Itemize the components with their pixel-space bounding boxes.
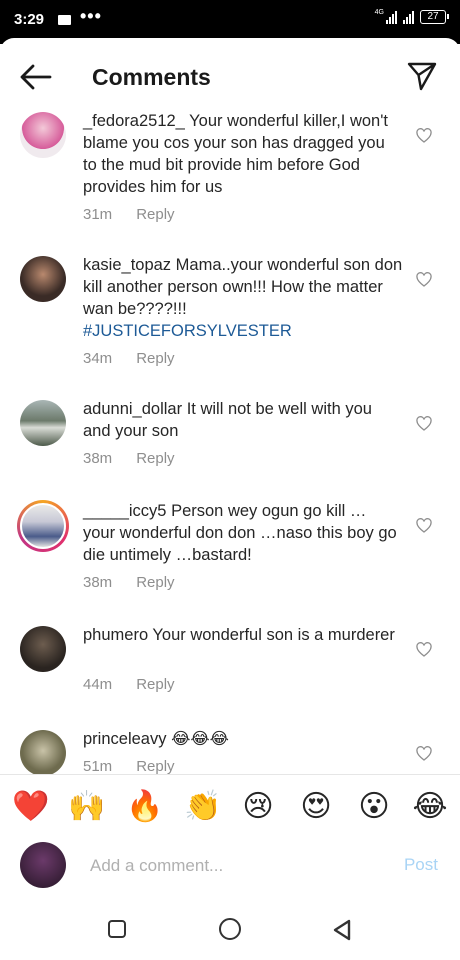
comment-username[interactable]: princeleavy (83, 730, 166, 748)
comments-screen: Comments _fedora2512_ Your wonderful kil… (0, 38, 460, 960)
page-title: Comments (92, 64, 211, 90)
comment-text-block: _fedora2512_ Your wonderful killer,I won… (83, 110, 403, 198)
comment-text: Your wonderful son is a murderer (152, 626, 395, 644)
comment-meta: 38m Reply (83, 450, 175, 467)
system-navigation-bar (0, 908, 460, 960)
like-heart-icon[interactable] (416, 128, 432, 144)
post-button[interactable]: Post (404, 855, 438, 875)
reply-button[interactable]: Reply (136, 574, 174, 591)
message-notification-icon (58, 15, 71, 25)
home-button[interactable] (219, 918, 241, 940)
reply-button[interactable]: Reply (136, 676, 174, 693)
recent-apps-button[interactable] (108, 920, 126, 938)
like-heart-icon[interactable] (416, 746, 432, 762)
clapping-emoji-button[interactable]: 👏 (184, 789, 221, 825)
network-type-icon: 4G (374, 9, 384, 16)
comment-time: 31m (83, 206, 113, 223)
reply-button[interactable]: Reply (136, 350, 174, 367)
surprised-emoji-button[interactable]: 😮 (356, 789, 392, 825)
story-avatar[interactable] (17, 500, 69, 552)
comment-username[interactable]: kasie_topaz (83, 256, 171, 274)
avatar[interactable] (20, 626, 66, 672)
crying-emoji-button[interactable]: 😢 (240, 789, 276, 825)
like-heart-icon[interactable] (416, 642, 432, 658)
comment-text-block: princeleavy 😂😂😂 (83, 728, 403, 750)
raised-hands-emoji-button[interactable]: 🙌 (68, 789, 105, 825)
status-time: 3:29 (14, 11, 45, 28)
comment-time: 38m (83, 574, 113, 591)
comment-meta: 51m Reply (83, 758, 175, 775)
current-user-avatar (20, 842, 66, 888)
comment-time: 34m (83, 350, 113, 367)
back-arrow-icon (20, 64, 52, 90)
comment-time: 38m (83, 450, 113, 467)
fire-emoji-button[interactable]: 🔥 (126, 789, 163, 825)
comment-text-block: _____iccy5 Person wey ogun go kill … you… (83, 500, 403, 566)
laughing-emoji-button[interactable]: 😂 (412, 789, 448, 825)
avatar[interactable] (20, 112, 66, 158)
like-heart-icon[interactable] (416, 416, 432, 432)
heart-emoji-button[interactable]: ❤️ (12, 789, 49, 825)
comment-time: 51m (83, 758, 113, 775)
signal-icon (386, 10, 397, 24)
avatar (20, 503, 66, 549)
reply-button[interactable]: Reply (136, 206, 174, 223)
reply-button[interactable]: Reply (136, 758, 174, 775)
header: Comments (0, 38, 460, 114)
comment-list[interactable]: _fedora2512_ Your wonderful killer,I won… (0, 110, 460, 810)
comment-meta: 44m Reply (83, 676, 175, 693)
comment-text: 😂😂😂 (171, 729, 229, 748)
comment-text-block: kasie_topaz Mama..your wonderful son don… (83, 254, 403, 342)
more-notifications-icon: ••• (80, 6, 102, 26)
comment-time: 44m (83, 676, 113, 693)
comment-meta: 31m Reply (83, 206, 175, 223)
direct-send-icon (407, 62, 437, 91)
like-heart-icon[interactable] (416, 272, 432, 288)
avatar[interactable] (20, 256, 66, 302)
back-button[interactable] (18, 62, 54, 92)
comment-input[interactable] (90, 852, 390, 880)
comment-username[interactable]: _fedora2512_ (83, 112, 185, 130)
comment-composer: Post (0, 836, 460, 898)
comment-text-block: phumero Your wonderful son is a murderer (83, 624, 403, 646)
avatar[interactable] (20, 400, 66, 446)
quick-reaction-bar: ❤️ 🙌 🔥 👏 😢 😍 😮 😂 (0, 774, 460, 836)
share-button[interactable] (406, 60, 438, 92)
comment-text-block: adunni_dollar It will not be well with y… (83, 398, 403, 442)
comment-meta: 34m Reply (83, 350, 175, 367)
comment-meta: 38m Reply (83, 574, 175, 591)
back-nav-button[interactable] (332, 919, 352, 941)
comment-username[interactable]: phumero (83, 626, 148, 644)
comment-hashtag[interactable]: #JUSTICEFORSYLVESTER (83, 322, 292, 340)
like-heart-icon[interactable] (416, 518, 432, 534)
signal-icon (403, 10, 414, 24)
comment-username[interactable]: adunni_dollar (83, 400, 182, 418)
avatar[interactable] (20, 730, 66, 776)
heart-eyes-emoji-button[interactable]: 😍 (298, 789, 334, 825)
reply-button[interactable]: Reply (136, 450, 174, 467)
comment-username[interactable]: _____iccy5 (83, 502, 166, 520)
battery-icon: 27 (420, 10, 449, 24)
